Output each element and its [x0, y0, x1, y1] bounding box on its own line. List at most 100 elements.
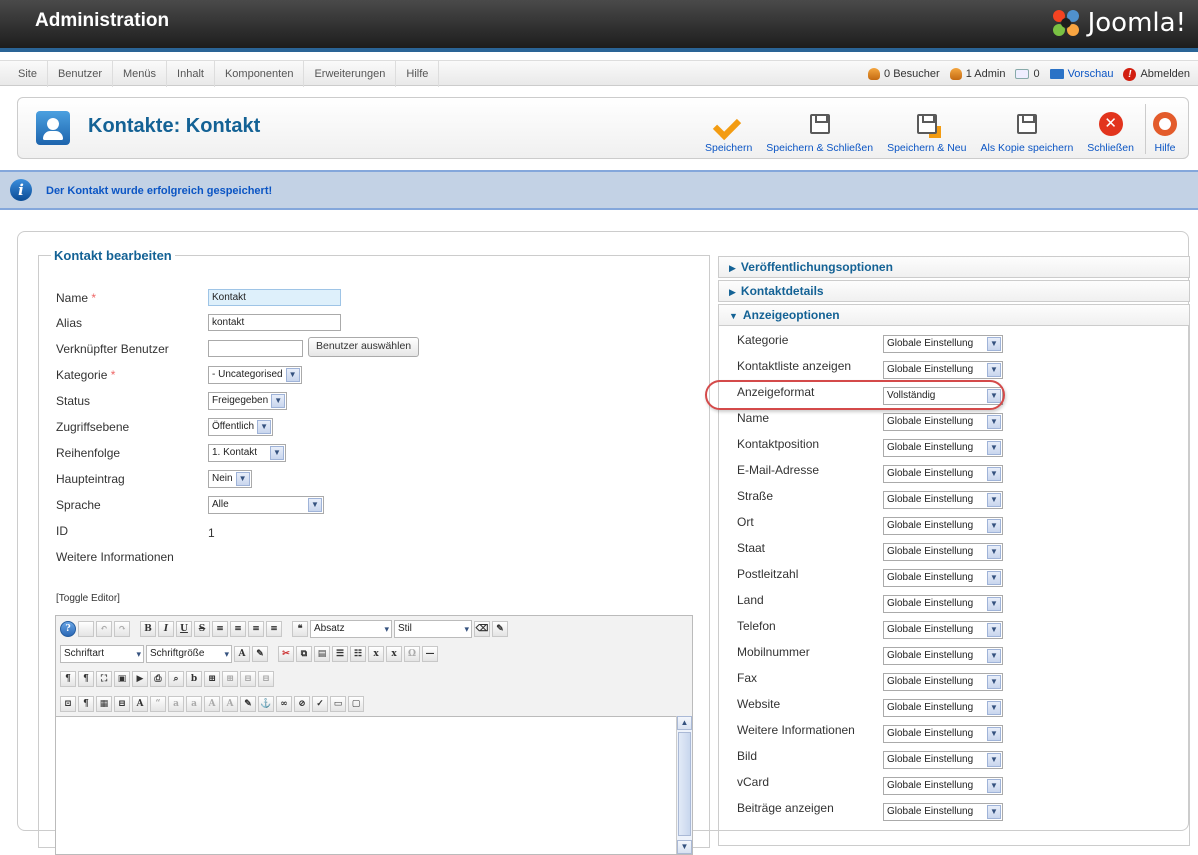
save-close-button[interactable]: Speichern & Schließen	[759, 104, 880, 154]
option-select[interactable]: Globale Einstellung ▼	[883, 517, 1003, 535]
redo-icon[interactable]: ↷	[114, 620, 130, 637]
table-icon[interactable]: ⊞	[204, 670, 220, 687]
styles-icon[interactable]: A	[132, 695, 148, 712]
editor-help-icon[interactable]: ?	[60, 620, 76, 637]
editor-scrollbar[interactable]: ▲ ▼	[676, 716, 692, 854]
insert-layer-icon[interactable]: ▭	[330, 695, 346, 712]
joomla-logo[interactable]: Joomla!	[1050, 6, 1186, 40]
featured-select[interactable]: Nein ▼	[208, 470, 252, 488]
row-props-icon[interactable]: ⊟	[240, 670, 256, 687]
option-select[interactable]: Globale Einstellung ▼	[883, 595, 1003, 613]
highlight-color-icon[interactable]: ✎	[252, 645, 268, 662]
category-select[interactable]: - Uncategorised ▼	[208, 366, 302, 384]
save-button[interactable]: Speichern	[698, 104, 759, 154]
strikethrough-icon[interactable]: S	[194, 620, 210, 637]
print-icon[interactable]: ⎙	[150, 670, 166, 687]
subscript-icon[interactable]: x	[368, 645, 384, 662]
template-icon[interactable]: ▦	[96, 695, 112, 712]
ordering-select[interactable]: 1. Kontakt ▼	[208, 444, 286, 462]
show-blocks-icon[interactable]: ¶	[78, 695, 94, 712]
option-select[interactable]: Globale Einstellung ▼	[883, 335, 1003, 353]
paste-icon[interactable]: ▤	[314, 645, 330, 662]
menu-menus[interactable]: Menüs	[113, 61, 168, 87]
display-format-select[interactable]: Vollständig ▼	[883, 387, 1003, 405]
rtl-icon[interactable]: ¶	[78, 670, 94, 687]
ltr-icon[interactable]: ¶	[60, 670, 76, 687]
linked-user-input[interactable]	[208, 340, 303, 357]
menu-components[interactable]: Komponenten	[215, 61, 305, 87]
option-select[interactable]: Globale Einstellung ▼	[883, 725, 1003, 743]
superscript-icon[interactable]: x	[386, 645, 402, 662]
option-select[interactable]: Globale Einstellung ▼	[883, 699, 1003, 717]
publishing-options-header[interactable]: ▶ Veröffentlichungsoptionen	[718, 256, 1190, 278]
alias-input[interactable]: kontakt	[208, 314, 341, 331]
option-select[interactable]: Globale Einstellung ▼	[883, 361, 1003, 379]
text-color-icon[interactable]: A	[234, 645, 250, 662]
contact-details-header[interactable]: ▶ Kontaktdetails	[718, 280, 1190, 302]
format-select[interactable]: Absatz	[310, 619, 392, 638]
spellcheck-icon[interactable]: ✓	[312, 695, 328, 712]
special-char-icon[interactable]: Ω	[404, 645, 420, 662]
fullscreen-icon[interactable]: ⛶	[96, 670, 112, 687]
scroll-up-icon[interactable]: ▲	[677, 716, 692, 730]
undo-icon[interactable]: ↶	[96, 620, 112, 637]
non-breaking-icon[interactable]: ▢	[348, 695, 364, 712]
menu-site[interactable]: Site	[8, 61, 48, 87]
bold-icon[interactable]: B	[140, 620, 156, 637]
underline-icon[interactable]: U	[176, 620, 192, 637]
menu-help[interactable]: Hilfe	[396, 61, 440, 87]
horizontal-rule-icon[interactable]: —	[422, 645, 438, 662]
option-select[interactable]: Globale Einstellung ▼	[883, 491, 1003, 509]
name-input[interactable]: Kontakt	[208, 289, 341, 306]
blockquote-icon[interactable]: ❝	[292, 620, 308, 637]
help-button[interactable]: Hilfe	[1145, 104, 1184, 154]
replace-icon[interactable]: b	[186, 670, 202, 687]
insertion-icon[interactable]: A	[222, 695, 238, 712]
option-select[interactable]: Globale Einstellung ▼	[883, 543, 1003, 561]
toggle-editor-link[interactable]: [Toggle Editor]	[56, 593, 120, 604]
citation-icon[interactable]: “	[150, 695, 166, 712]
menu-extensions[interactable]: Erweiterungen	[304, 61, 397, 87]
cell-props-icon[interactable]: ⊟	[258, 670, 274, 687]
language-select[interactable]: Alle ▼	[208, 496, 324, 514]
insert-image-icon[interactable]: ▣	[114, 670, 130, 687]
option-select[interactable]: Globale Einstellung ▼	[883, 751, 1003, 769]
option-select[interactable]: Globale Einstellung ▼	[883, 439, 1003, 457]
scroll-down-icon[interactable]: ▼	[677, 840, 692, 854]
display-options-header[interactable]: ▼ Anzeigeoptionen	[718, 304, 1190, 326]
new-document-icon[interactable]	[78, 620, 94, 637]
search-icon[interactable]: ⌕	[168, 670, 184, 687]
visual-aid-icon[interactable]: ⊡	[60, 695, 76, 712]
eraser-icon[interactable]: ⌫	[474, 620, 490, 637]
menu-users[interactable]: Benutzer	[48, 61, 113, 87]
link-icon[interactable]: ∞	[276, 695, 292, 712]
table-props-icon[interactable]: ⊞	[222, 670, 238, 687]
messages-count[interactable]: 0	[1015, 68, 1040, 80]
unlink-icon[interactable]: ⊘	[294, 695, 310, 712]
option-select[interactable]: Globale Einstellung ▼	[883, 673, 1003, 691]
deletion-icon[interactable]: A	[204, 695, 220, 712]
align-right-icon[interactable]: ≡	[248, 620, 264, 637]
numbered-list-icon[interactable]: ☷	[350, 645, 366, 662]
option-select[interactable]: Globale Einstellung ▼	[883, 777, 1003, 795]
cut-icon[interactable]: ✂	[278, 645, 294, 662]
select-user-button[interactable]: Benutzer auswählen	[308, 337, 420, 357]
insert-media-icon[interactable]: ▶	[132, 670, 148, 687]
align-justify-icon[interactable]: ≡	[266, 620, 282, 637]
anchor-icon[interactable]: ⚓	[258, 695, 274, 712]
style-select[interactable]: Stil	[394, 619, 472, 638]
logout-link[interactable]: ! Abmelden	[1123, 67, 1190, 81]
option-select[interactable]: Globale Einstellung ▼	[883, 569, 1003, 587]
align-left-icon[interactable]: ≡	[212, 620, 228, 637]
font-family-select[interactable]: Schriftart	[60, 644, 144, 663]
menu-content[interactable]: Inhalt	[167, 61, 215, 87]
scrollbar-thumb[interactable]	[678, 732, 691, 836]
align-center-icon[interactable]: ≡	[230, 620, 246, 637]
cleanup-broom-icon[interactable]: ✎	[492, 620, 508, 637]
editor-content-area[interactable]	[56, 716, 678, 854]
option-select[interactable]: Globale Einstellung ▼	[883, 465, 1003, 483]
preview-link[interactable]: Vorschau	[1049, 68, 1113, 80]
font-size-select[interactable]: Schriftgröße	[146, 644, 232, 663]
acronym-icon[interactable]: a	[186, 695, 202, 712]
option-select[interactable]: Globale Einstellung ▼	[883, 413, 1003, 431]
